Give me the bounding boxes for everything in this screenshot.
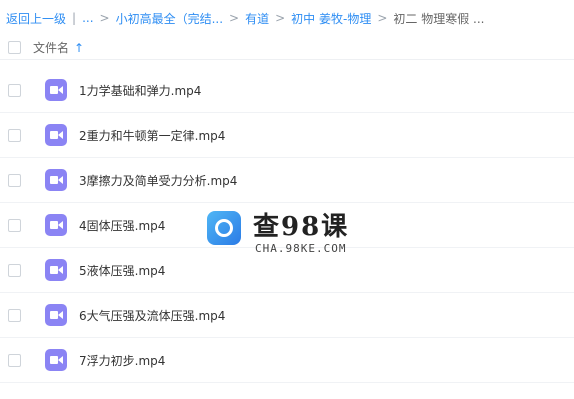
breadcrumb-separator: > [99,11,110,25]
file-checkbox[interactable] [8,128,21,142]
breadcrumb-item-link[interactable]: 初中 姜牧-物理 [291,10,371,27]
file-row[interactable]: 7浮力初步.mp4 [0,338,574,383]
file-checkbox[interactable] [8,308,21,322]
breadcrumb-current: 初二 物理寒假 ... [393,11,485,26]
watermark: 查98课 CHA.98KE.COM [207,206,367,262]
watermark-title: 查98课 [253,212,350,242]
video-icon [45,214,67,236]
file-name[interactable]: 5液体压强.mp4 [79,262,165,279]
breadcrumb-ellipsis-link[interactable]: ... [82,11,93,25]
file-name[interactable]: 4固体压强.mp4 [79,217,165,234]
file-name[interactable]: 6大气压强及流体压强.mp4 [79,307,225,324]
file-name[interactable]: 3摩擦力及简单受力分析.mp4 [79,172,237,189]
breadcrumb-separator: > [275,11,286,25]
watermark-subtitle: CHA.98KE.COM [255,242,347,255]
file-checkbox[interactable] [8,353,21,367]
video-icon [45,349,67,371]
breadcrumb: 返回上一级 | ... > 小初高最全（完结... > 有道 > 初中 姜牧-物… [0,0,574,36]
breadcrumb-separator: > [229,11,240,25]
select-all-checkbox[interactable] [8,41,21,54]
watermark-logo-icon [207,211,241,245]
file-row[interactable]: 6大气压强及流体压强.mp4 [0,293,574,338]
video-icon [45,259,67,281]
file-row[interactable]: 1力学基础和弹力.mp4 [0,68,574,113]
video-icon [45,169,67,191]
video-icon [45,304,67,326]
file-checkbox[interactable] [8,173,21,187]
video-icon [45,79,67,101]
file-name[interactable]: 1力学基础和弹力.mp4 [79,82,201,99]
video-icon [45,124,67,146]
file-list-header: 文件名 ↑ [0,36,574,60]
arrow-up-icon[interactable]: ↑ [74,41,84,55]
file-row[interactable]: 3摩擦力及简单受力分析.mp4 [0,158,574,203]
file-row[interactable]: 2重力和牛顿第一定律.mp4 [0,113,574,158]
breadcrumb-separator: > [377,11,388,25]
column-header-name[interactable]: 文件名 ↑ [33,39,84,56]
breadcrumb-item-link[interactable]: 小初高最全（完结... [116,10,223,27]
breadcrumb-separator: | [72,11,77,25]
file-checkbox[interactable] [8,83,21,97]
column-header-name-label: 文件名 [33,41,70,55]
breadcrumb-back-link[interactable]: 返回上一级 [6,10,66,27]
file-name[interactable]: 7浮力初步.mp4 [79,352,165,369]
file-checkbox[interactable] [8,263,21,277]
breadcrumb-item-link[interactable]: 有道 [245,10,269,27]
file-checkbox[interactable] [8,218,21,232]
file-name[interactable]: 2重力和牛顿第一定律.mp4 [79,127,225,144]
